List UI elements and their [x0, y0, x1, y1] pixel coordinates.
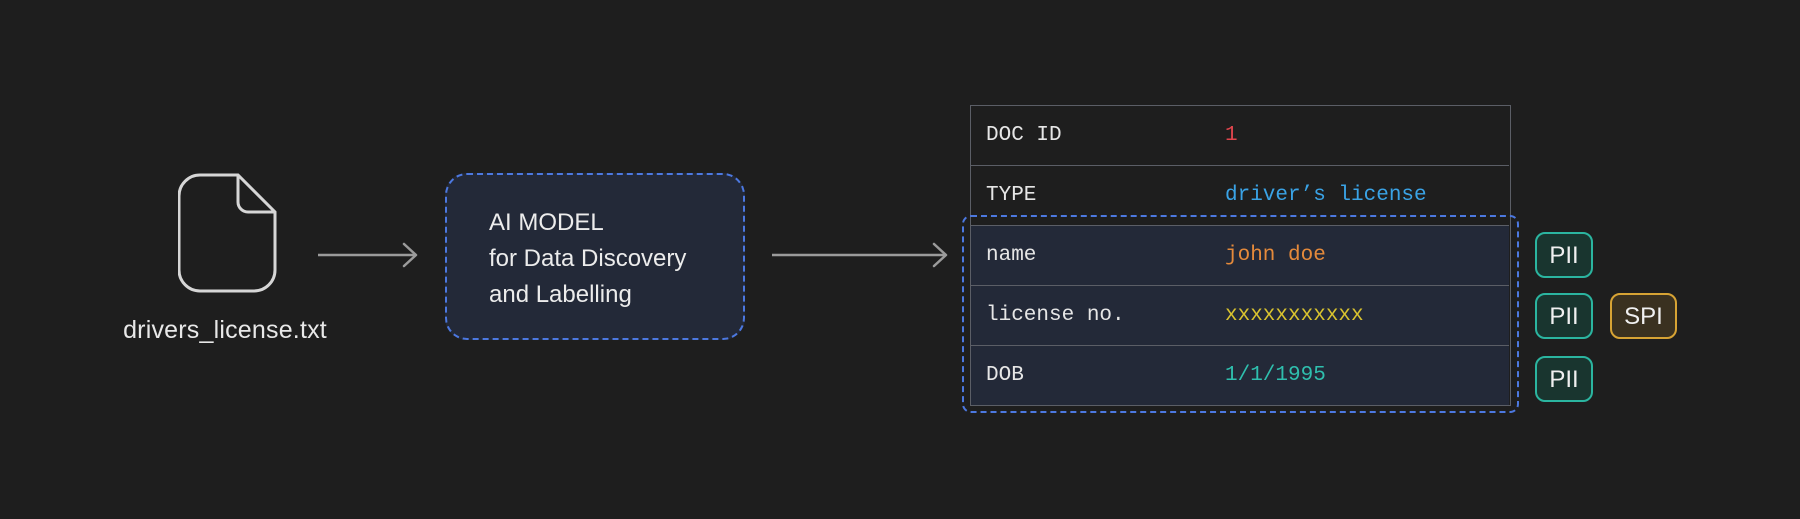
- table-row-type: TYPE driver’s license: [971, 165, 1509, 225]
- ai-model-title: AI MODEL: [489, 209, 604, 236]
- row-value: 1: [1225, 124, 1238, 147]
- pii-badge-dob: PII: [1535, 356, 1593, 402]
- table-row-name: name john doe: [971, 225, 1509, 285]
- table-row-dob: DOB 1/1/1995: [971, 345, 1509, 405]
- document-icon: [178, 173, 277, 293]
- row-key: DOC ID: [986, 124, 1062, 147]
- row-key: DOB: [986, 364, 1024, 387]
- row-value: 1/1/1995: [1225, 364, 1326, 387]
- labelled-data-table: DOC ID 1 TYPE driver’s license name john…: [970, 105, 1511, 406]
- row-key: license no.: [986, 304, 1125, 327]
- ai-model-subtitle-line-1: for Data Discovery: [489, 245, 687, 272]
- row-value: john doe: [1225, 244, 1326, 267]
- table-row-license-no: license no. xxxxxxxxxxx: [971, 285, 1509, 345]
- row-key: name: [986, 244, 1037, 267]
- pii-badge-license: PII: [1535, 293, 1593, 339]
- row-key: TYPE: [986, 184, 1037, 207]
- table-row-doc-id: DOC ID 1: [971, 106, 1509, 166]
- arrow-right-icon: [772, 242, 948, 268]
- ai-model-box: AI MODEL for Data Discovery and Labellin…: [445, 173, 745, 340]
- ai-model-subtitle-line-2: and Labelling: [489, 281, 632, 308]
- row-value: driver’s license: [1225, 184, 1427, 207]
- spi-badge-license: SPI: [1610, 293, 1677, 339]
- row-value: xxxxxxxxxxx: [1225, 304, 1364, 327]
- pii-badge-name: PII: [1535, 232, 1593, 278]
- arrow-right-icon: [318, 242, 418, 268]
- file-name-label: drivers_license.txt: [123, 316, 327, 344]
- ai-model-label: AI MODEL for Data Discovery and Labellin…: [489, 205, 686, 313]
